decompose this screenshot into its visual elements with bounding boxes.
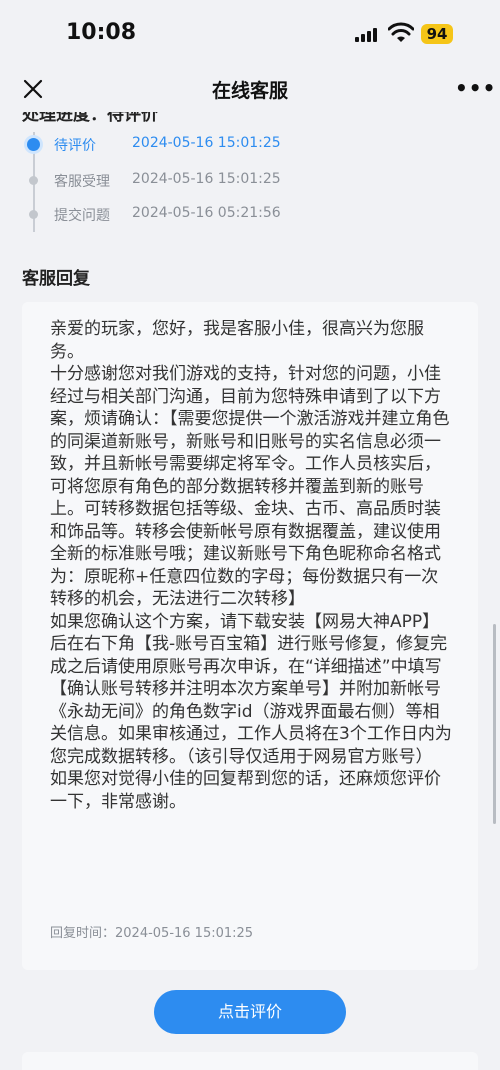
step-time: 2024-05-16 15:01:25 [132, 171, 281, 187]
step-time: 2024-05-16 05:21:56 [132, 205, 281, 221]
wifi-icon [388, 22, 414, 42]
progress-title: 处理进度：待评价 [22, 112, 158, 125]
next-card [22, 1052, 478, 1070]
reply-paragraph: 亲爱的玩家，您好，我是客服小佳，很高兴为您服务。 [50, 319, 424, 362]
reply-paragraph: 如果您确认这个方案，请下载安装【网易大神APP】后在右下角【我-账号百宝箱】进行… [50, 611, 452, 767]
more-icon[interactable]: ••• [455, 76, 496, 100]
timeline-dot [29, 176, 38, 185]
content-scroll[interactable]: 处理进度：待评价 待评价 2024-05-16 15:01:25 客服受理 20… [0, 112, 500, 1070]
step-time: 2024-05-16 15:01:25 [132, 135, 281, 151]
rate-button[interactable]: 点击评价 [154, 990, 346, 1034]
step-label: 待评价 [54, 138, 96, 154]
step-label: 客服受理 [54, 174, 110, 190]
step-label: 提交问题 [54, 208, 110, 224]
nav-bar: 在线客服 ••• [0, 68, 500, 112]
reply-paragraph: 如果您对觉得小佳的回复帮到您的话，还麻烦您评价一下，非常感谢。 [50, 769, 441, 812]
signal-icon [355, 26, 379, 42]
reply-time: 回复时间：2024-05-16 15:01:25 [50, 926, 254, 941]
reply-section-title: 客服回复 [22, 269, 90, 289]
status-bar: 10:08 94 [0, 0, 500, 68]
timeline-dot [29, 210, 38, 219]
battery-indicator: 94 [421, 24, 453, 44]
scrollbar[interactable] [493, 624, 496, 824]
reply-message: 亲爱的玩家，您好，我是客服小佳，很高兴为您服务。 十分感谢您对我们游戏的支持，针… [50, 318, 454, 813]
timeline-dot-active [27, 138, 40, 151]
status-time: 10:08 [66, 20, 137, 45]
page-title: 在线客服 [211, 80, 288, 102]
reply-paragraph: 十分感谢您对我们游戏的支持，针对您的问题，小佳经过与相关部门沟通，目前为您特殊申… [50, 364, 450, 609]
reply-card: 亲爱的玩家，您好，我是客服小佳，很高兴为您服务。 十分感谢您对我们游戏的支持，针… [22, 302, 478, 970]
